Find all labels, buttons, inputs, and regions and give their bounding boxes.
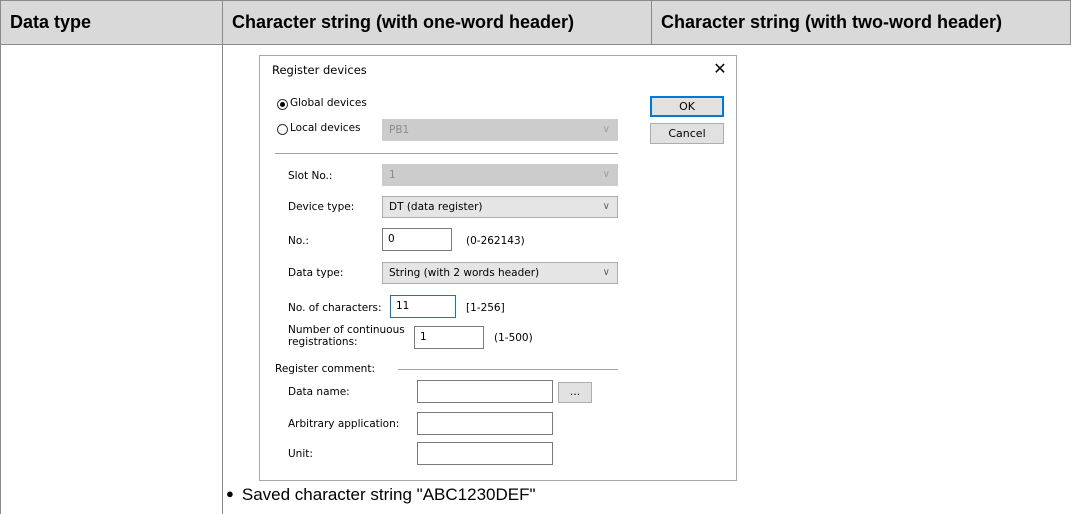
chevron-down-icon: ∨ bbox=[602, 169, 610, 180]
data-name-label: Data name: bbox=[288, 386, 350, 398]
close-icon[interactable]: ✕ bbox=[709, 58, 731, 80]
register-comment-separator bbox=[398, 369, 618, 370]
local-devices-label: Local devices bbox=[290, 122, 361, 134]
ok-button[interactable]: OK bbox=[650, 96, 724, 117]
device-type-dropdown[interactable]: DT (data register) ∨ bbox=[382, 196, 618, 218]
num-characters-input[interactable]: 11 bbox=[390, 295, 456, 318]
arbitrary-application-label: Arbitrary application: bbox=[288, 418, 400, 430]
bullet-icon: ● bbox=[226, 486, 234, 501]
global-devices-label: Global devices bbox=[290, 97, 367, 109]
table-left-border bbox=[0, 44, 1, 514]
local-devices-dropdown[interactable]: PB1 ∨ bbox=[382, 119, 618, 141]
no-range-hint: (0-262143) bbox=[466, 235, 525, 247]
chevron-down-icon: ∨ bbox=[602, 124, 610, 135]
table-column-divider bbox=[222, 44, 223, 514]
device-type-value: DT (data register) bbox=[389, 201, 483, 213]
num-characters-range-hint: [1-256] bbox=[466, 302, 505, 314]
unit-label: Unit: bbox=[288, 448, 313, 460]
data-type-dropdown[interactable]: String (with 2 words header) ∨ bbox=[382, 262, 618, 284]
no-label: No.: bbox=[288, 235, 309, 247]
device-type-label: Device type: bbox=[288, 201, 355, 213]
slot-no-value: 1 bbox=[389, 169, 396, 181]
header-one-word: Character string (with one-word header) bbox=[222, 0, 652, 45]
no-input[interactable]: 0 bbox=[382, 228, 452, 251]
chevron-down-icon: ∨ bbox=[602, 267, 610, 278]
data-type-label: Data type: bbox=[288, 267, 344, 279]
continuous-label-line2: registrations: bbox=[288, 336, 358, 348]
register-devices-dialog: Register devices ✕ Global devices Local … bbox=[259, 55, 737, 481]
chevron-down-icon: ∨ bbox=[602, 201, 610, 212]
unit-input[interactable] bbox=[417, 442, 553, 465]
data-name-browse-button[interactable]: ... bbox=[558, 382, 592, 403]
header-data-type: Data type bbox=[0, 0, 223, 45]
arbitrary-application-input[interactable] bbox=[417, 412, 553, 435]
radio-separator bbox=[275, 153, 618, 154]
slot-no-dropdown[interactable]: 1 ∨ bbox=[382, 164, 618, 186]
local-devices-value: PB1 bbox=[389, 124, 410, 136]
cancel-button[interactable]: Cancel bbox=[650, 123, 724, 144]
dialog-title: Register devices bbox=[272, 63, 367, 77]
continuous-label: Number of continuous registrations: bbox=[288, 324, 405, 348]
continuous-input[interactable]: 1 bbox=[414, 326, 484, 349]
header-two-word: Character string (with two-word header) bbox=[651, 0, 1071, 45]
continuous-label-line1: Number of continuous bbox=[288, 324, 405, 336]
data-name-input[interactable] bbox=[417, 380, 553, 403]
caption-text: Saved character string "ABC1230DEF" bbox=[241, 485, 536, 504]
slot-no-label: Slot No.: bbox=[288, 170, 333, 182]
num-characters-label: No. of characters: bbox=[288, 302, 382, 314]
data-type-value: String (with 2 words header) bbox=[389, 267, 540, 279]
saved-string-caption: ● Saved character string "ABC1230DEF" bbox=[226, 485, 536, 505]
register-comment-label: Register comment: bbox=[275, 363, 375, 375]
continuous-range-hint: (1-500) bbox=[494, 332, 533, 344]
local-devices-radio[interactable] bbox=[277, 124, 288, 135]
global-devices-radio[interactable] bbox=[277, 99, 288, 110]
